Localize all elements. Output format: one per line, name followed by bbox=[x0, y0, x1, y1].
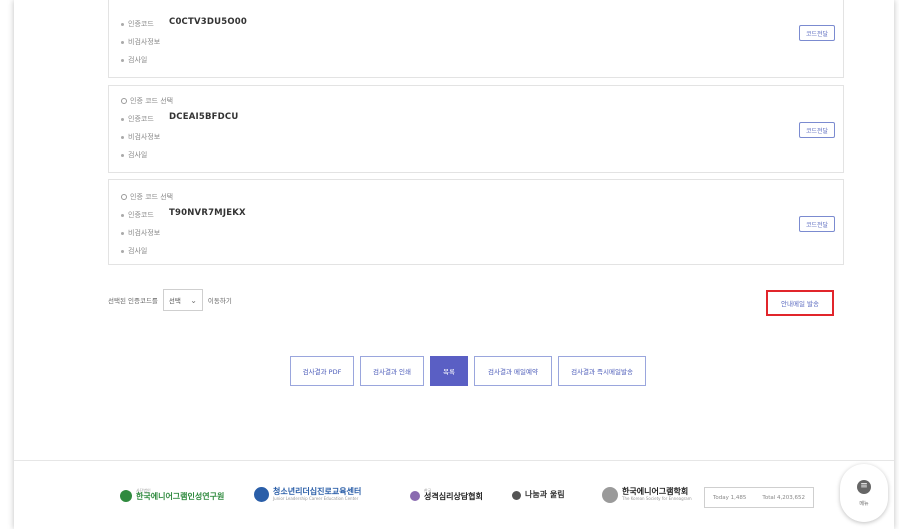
result-mail-now-button[interactable]: 검사결과 즉시메일발송 bbox=[558, 356, 646, 386]
code-value: C0CTV3DU5O00 bbox=[169, 17, 248, 27]
code-card-2: 인증 코드 선택 인증코드 DCEAI5BFDCU 비검사정보 검사일 코드전달 bbox=[108, 85, 844, 173]
footer-logo-3[interactable]: 한국 성격심리상담협회 bbox=[410, 488, 483, 502]
chevron-down-icon: ⌄ bbox=[190, 295, 197, 305]
radio-icon[interactable] bbox=[121, 98, 127, 104]
total-count: Total 4,203,652 bbox=[762, 494, 805, 501]
bullet-icon bbox=[121, 58, 124, 62]
meta-row: 비검사정보 bbox=[121, 132, 160, 142]
youth-leadership-logo-icon bbox=[254, 487, 269, 502]
move-prefix: 선택된 인증코드를 bbox=[108, 297, 158, 305]
logo-main: 나눔과 울림 bbox=[525, 490, 565, 500]
logo-sub: The Korean Society for Enneagram bbox=[622, 496, 692, 502]
date-label: 검사일 bbox=[128, 151, 148, 159]
meta-label: 비검사정보 bbox=[128, 229, 161, 237]
date-row: 검사일 bbox=[121, 55, 147, 65]
logo-main: 한국에니어그램인성연구원 bbox=[136, 492, 225, 502]
bullet-icon bbox=[121, 22, 124, 26]
footer-logo-2[interactable]: 청소년리더십진로교육센터 Junior Leadership Career Ed… bbox=[254, 487, 361, 502]
radio-icon[interactable] bbox=[121, 194, 127, 200]
enneagram-institute-logo-icon bbox=[120, 489, 132, 502]
bullet-icon bbox=[121, 231, 124, 235]
logo-sub: Junior Leadership Career Education Cente… bbox=[273, 495, 359, 501]
bullet-icon bbox=[121, 213, 124, 217]
code-row: 인증코드 bbox=[121, 19, 154, 29]
code-value: T90NVR7MJEKX bbox=[169, 208, 246, 218]
code-select-row[interactable]: 인증 코드 선택 bbox=[121, 96, 173, 106]
personality-association-logo-icon bbox=[410, 490, 420, 501]
bullet-icon bbox=[121, 153, 124, 157]
meta-label: 비검사정보 bbox=[128, 133, 161, 141]
code-value: DCEAI5BFDCU bbox=[169, 112, 239, 122]
bullet-icon bbox=[121, 117, 124, 121]
list-button[interactable]: 목록 bbox=[430, 356, 468, 386]
date-label: 검사일 bbox=[128, 56, 148, 64]
footer-logo-4[interactable]: 나눔과 울림 bbox=[512, 490, 565, 500]
send-code-button[interactable]: 코드전달 bbox=[799, 122, 835, 138]
meta-row: 비검사정보 bbox=[121, 228, 160, 238]
menu-icon: ≡ bbox=[857, 479, 871, 494]
code-select-row[interactable]: 인증 코드 선택 bbox=[121, 192, 173, 202]
meta-row: 비검사정보 bbox=[121, 37, 160, 47]
result-pdf-button[interactable]: 검사결과 PDF bbox=[290, 356, 354, 386]
code-label: 인증코드 bbox=[128, 115, 154, 123]
move-codes-row: 선택된 인증코드를 선택 ⌄ 이동하기 bbox=[108, 289, 232, 311]
result-mail-reserve-button[interactable]: 검사결과 메일예약 bbox=[474, 356, 552, 386]
bullet-icon bbox=[121, 249, 124, 253]
code-label: 인증코드 bbox=[128, 211, 154, 219]
code-select-label: 인증 코드 선택 bbox=[130, 193, 174, 201]
result-actions: 검사결과 PDF 검사결과 인쇄 목록 검사결과 메일예약 검사결과 즉시메일발… bbox=[290, 356, 646, 386]
footer: 사단법인 한국에니어그램인성연구원 청소년리더십진로교육센터 Junior Le… bbox=[14, 460, 894, 529]
code-card-1: 인증코드 C0CTV3DU5O00 비검사정보 검사일 코드전달 bbox=[108, 0, 844, 78]
send-code-button[interactable]: 코드전달 bbox=[799, 216, 835, 232]
code-row: 인증코드 bbox=[121, 114, 154, 124]
footer-logo-1[interactable]: 사단법인 한국에니어그램인성연구원 bbox=[120, 488, 225, 502]
footer-logo-5[interactable]: 한국에니어그램학회 The Korean Society for Enneagr… bbox=[602, 487, 692, 503]
menu-fab-button[interactable]: ≡ 메뉴 bbox=[840, 464, 888, 522]
code-select-label: 인증 코드 선택 bbox=[130, 97, 174, 105]
enneagram-society-logo-icon bbox=[602, 487, 618, 503]
menu-label: 메뉴 bbox=[859, 500, 869, 507]
today-count: Today 1,485 bbox=[713, 494, 747, 501]
page-frame: 인증코드 C0CTV3DU5O00 비검사정보 검사일 코드전달 인증 코드 선… bbox=[14, 0, 894, 529]
date-label: 검사일 bbox=[128, 247, 148, 255]
date-row: 검사일 bbox=[121, 246, 147, 256]
code-card-3: 인증 코드 선택 인증코드 T90NVR7MJEKX 비검사정보 검사일 코드전… bbox=[108, 179, 844, 265]
bullet-icon bbox=[121, 135, 124, 139]
move-target-select[interactable]: 선택 ⌄ bbox=[162, 289, 203, 311]
bullet-icon bbox=[121, 40, 124, 44]
send-guide-mail-button[interactable]: 안내메일 발송 bbox=[766, 290, 834, 316]
result-print-button[interactable]: 검사결과 인쇄 bbox=[360, 356, 424, 386]
visitor-counter: Today 1,485 Total 4,203,652 bbox=[704, 487, 814, 508]
sharing-logo-icon bbox=[512, 491, 521, 500]
select-value: 선택 bbox=[168, 297, 181, 305]
logo-main: 성격심리상담협회 bbox=[424, 492, 483, 502]
move-suffix[interactable]: 이동하기 bbox=[208, 295, 232, 305]
send-code-button[interactable]: 코드전달 bbox=[799, 25, 835, 41]
date-row: 검사일 bbox=[121, 150, 147, 160]
code-row: 인증코드 bbox=[121, 210, 154, 220]
meta-label: 비검사정보 bbox=[128, 38, 161, 46]
code-label: 인증코드 bbox=[128, 20, 154, 28]
